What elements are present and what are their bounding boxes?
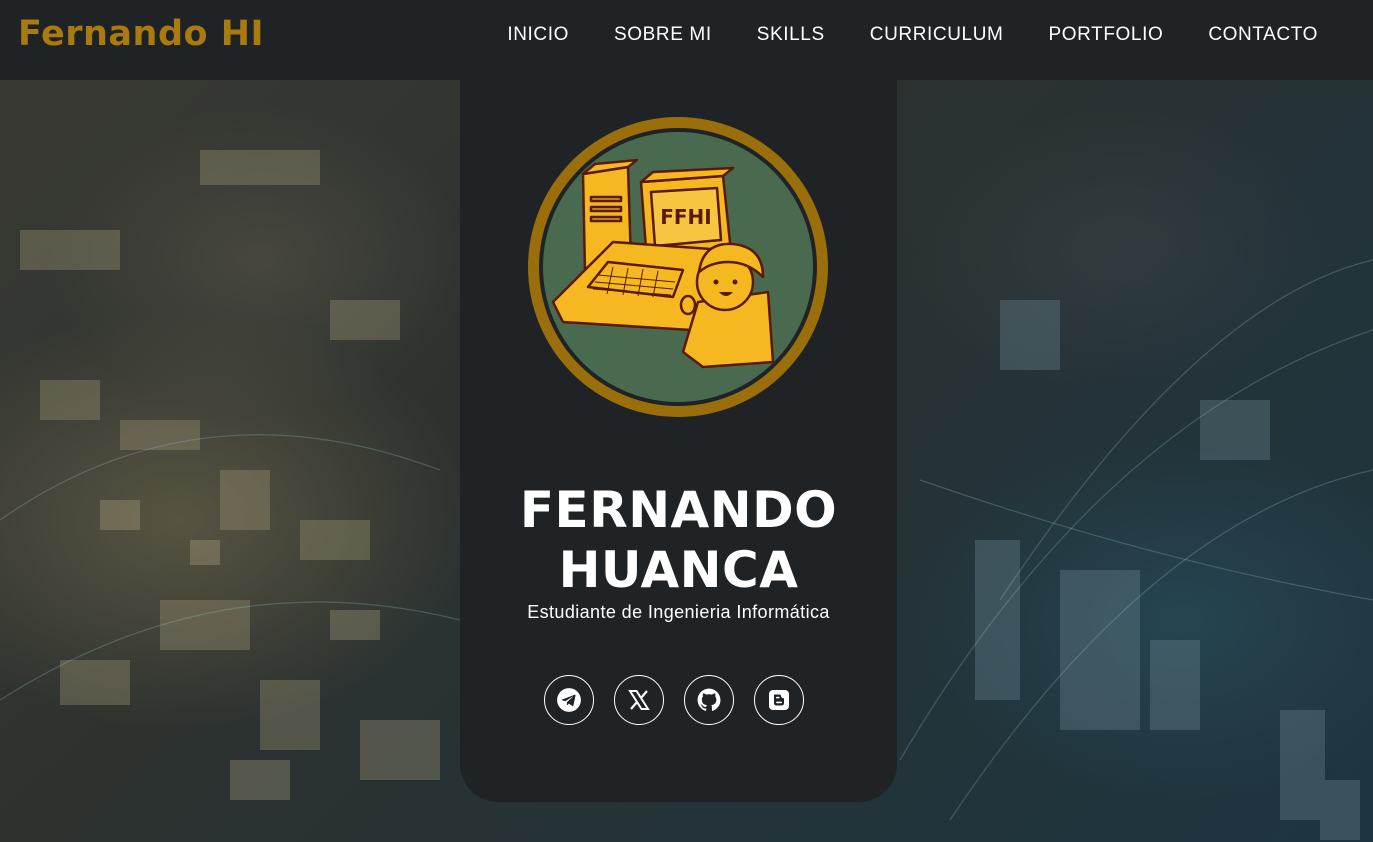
blogger-icon <box>769 690 789 710</box>
github-icon <box>697 688 721 711</box>
nav-item-sobre-mi[interactable]: SOBRE MI <box>614 24 712 46</box>
nav-item-contacto[interactable]: CONTACTO <box>1208 24 1318 46</box>
page: Fernando HI INICIO SOBRE MI SKILLS CURRI… <box>0 0 1373 842</box>
brand-logo[interactable]: Fernando HI <box>18 14 264 54</box>
nav-item-inicio[interactable]: INICIO <box>507 24 569 46</box>
blogger-link[interactable] <box>754 675 804 725</box>
social-links <box>544 675 804 725</box>
x-link[interactable] <box>614 675 664 725</box>
profile-card: FFHI FERNANDO HUANCA Estudiante de Ingen… <box>460 80 897 802</box>
nav-item-curriculum[interactable]: CURRICULUM <box>870 24 1004 46</box>
x-icon <box>628 690 650 710</box>
profile-name-line2: HUANCA <box>558 541 799 599</box>
profile-name: FERNANDO HUANCA <box>460 480 897 600</box>
nav-item-skills[interactable]: SKILLS <box>757 24 825 46</box>
telegram-link[interactable] <box>544 675 594 725</box>
avatar-screen-text: FFHI <box>660 205 712 229</box>
profile-subtitle: Estudiante de Ingenieria Informática <box>527 602 830 622</box>
telegram-icon <box>557 688 581 712</box>
nav-item-portfolio[interactable]: PORTFOLIO <box>1048 24 1163 46</box>
github-link[interactable] <box>684 675 734 725</box>
nav-menu: INICIO SOBRE MI SKILLS CURRICULUM PORTFO… <box>462 24 1318 46</box>
profile-name-line1: FERNANDO <box>519 481 838 539</box>
avatar: FFHI <box>528 117 828 417</box>
navbar: Fernando HI INICIO SOBRE MI SKILLS CURRI… <box>0 0 1373 80</box>
